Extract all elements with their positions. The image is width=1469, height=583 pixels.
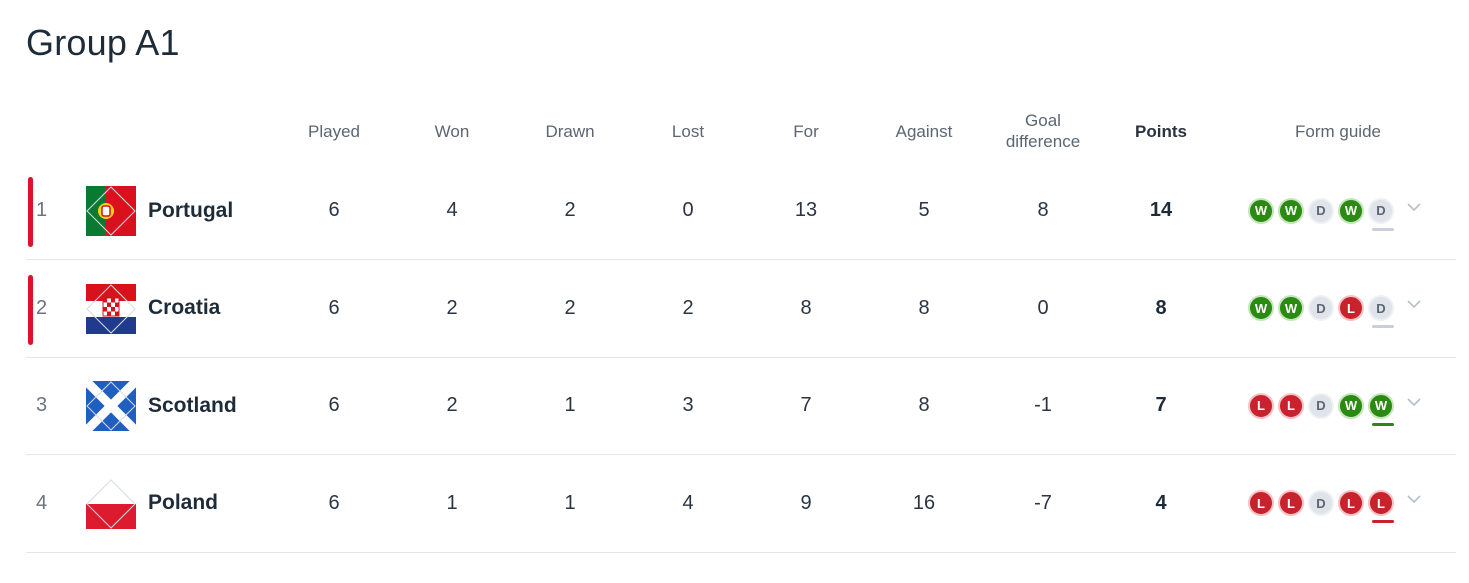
goal-difference-value: -1 xyxy=(1034,394,1052,416)
form-guide: LLDLL xyxy=(1248,455,1422,552)
drawn-value: 2 xyxy=(564,296,576,319)
team-name[interactable]: Scotland xyxy=(148,357,237,454)
for-value: 8 xyxy=(800,296,812,319)
drawn-value: 1 xyxy=(564,491,576,514)
lost-value: 4 xyxy=(682,491,694,514)
form-badge-win[interactable]: W xyxy=(1278,295,1304,321)
form-badge-win[interactable]: W xyxy=(1278,197,1304,224)
team-name[interactable]: Portugal xyxy=(148,162,233,259)
form-badge-draw[interactable]: D xyxy=(1368,295,1394,328)
for-value: 13 xyxy=(794,199,818,221)
chevron-down-icon[interactable] xyxy=(1406,491,1422,507)
col-form-guide-header: Form guide xyxy=(1295,121,1381,141)
form-badge-loss[interactable]: L xyxy=(1368,490,1394,523)
croatia-flag-icon xyxy=(86,283,136,334)
against-value: 8 xyxy=(918,296,930,319)
played-value: 6 xyxy=(328,491,340,514)
lost-value: 3 xyxy=(682,394,694,416)
portugal-flag-icon xyxy=(86,186,136,236)
drawn-value: 2 xyxy=(564,199,576,221)
against-value: 8 xyxy=(918,394,930,416)
team-name[interactable]: Croatia xyxy=(148,260,220,357)
table-row[interactable]: 2 Croatia 6 2 2 2 8 8 0 8 W W D L D xyxy=(26,260,1456,358)
table-row[interactable]: 1 Portugal 6 4 2 0 13 5 8 14 W W D W D xyxy=(26,162,1456,260)
form-badge-loss[interactable]: L xyxy=(1278,392,1304,419)
page-title: Group A1 xyxy=(26,22,180,63)
form-badge-loss[interactable]: L xyxy=(1248,392,1274,419)
form-badge-draw[interactable]: D xyxy=(1308,295,1334,321)
qualification-marker xyxy=(28,177,33,247)
form-badge-draw[interactable]: D xyxy=(1308,392,1334,419)
position: 4 xyxy=(36,491,48,514)
scotland-flag-icon xyxy=(86,381,136,431)
played-value: 6 xyxy=(328,199,340,221)
form-guide: WWDLD xyxy=(1248,260,1422,357)
form-badge-loss[interactable]: L xyxy=(1338,490,1364,516)
col-goal-difference-header-line1: Goal xyxy=(1025,111,1061,130)
position: 1 xyxy=(36,199,48,221)
points-value: 14 xyxy=(1149,199,1173,221)
poland-flag-icon xyxy=(86,478,136,529)
form-guide: WWDWD xyxy=(1248,162,1422,259)
col-for-header: For xyxy=(793,121,819,141)
form-badge-loss[interactable]: L xyxy=(1338,295,1364,321)
points-value: 8 xyxy=(1155,296,1167,319)
won-value: 1 xyxy=(446,491,458,514)
form-badge-win[interactable]: W xyxy=(1248,197,1274,224)
points-value: 4 xyxy=(1155,491,1167,514)
chevron-down-icon[interactable] xyxy=(1406,296,1422,312)
table-row[interactable]: 4 Poland 6 1 1 4 9 16 -7 4 L L D L L xyxy=(26,455,1456,553)
col-lost-header: Lost xyxy=(671,121,705,141)
form-badge-draw[interactable]: D xyxy=(1308,490,1334,516)
col-played-header: Played xyxy=(308,121,360,141)
qualification-marker xyxy=(28,274,33,345)
col-goal-difference-header: Goal difference xyxy=(993,100,1093,162)
won-value: 2 xyxy=(446,394,458,416)
table-header: Played Won Drawn Lost For Against Goal d… xyxy=(26,100,1456,162)
form-badge-win[interactable]: W xyxy=(1248,295,1274,321)
table-row[interactable]: 3 Scotland 6 2 1 3 7 8 -1 7 L L D W W xyxy=(26,357,1456,455)
played-value: 6 xyxy=(328,394,340,416)
team-name[interactable]: Poland xyxy=(148,455,218,552)
position: 3 xyxy=(36,394,48,416)
col-won-header: Won xyxy=(434,121,470,141)
goal-difference-value: -7 xyxy=(1034,491,1052,514)
form-badge-loss[interactable]: L xyxy=(1278,490,1304,516)
col-goal-difference-header-line2: difference xyxy=(1005,132,1081,151)
col-against-header: Against xyxy=(895,121,953,141)
goal-difference-value: 0 xyxy=(1037,296,1049,319)
position: 2 xyxy=(36,296,48,319)
form-badge-win[interactable]: W xyxy=(1338,197,1364,224)
lost-value: 2 xyxy=(682,296,694,319)
goal-difference-value: 8 xyxy=(1037,199,1049,221)
points-value: 7 xyxy=(1155,394,1167,416)
for-value: 9 xyxy=(800,491,812,514)
chevron-down-icon[interactable] xyxy=(1406,394,1422,410)
form-badge-win[interactable]: W xyxy=(1338,392,1364,419)
lost-value: 0 xyxy=(682,199,694,221)
form-badge-draw[interactable]: D xyxy=(1308,197,1334,224)
form-guide: LLDWW xyxy=(1248,357,1422,454)
form-badge-loss[interactable]: L xyxy=(1248,490,1274,516)
against-value: 5 xyxy=(918,199,930,221)
drawn-value: 1 xyxy=(564,394,576,416)
won-value: 2 xyxy=(446,296,458,319)
for-value: 7 xyxy=(800,394,812,416)
played-value: 6 xyxy=(328,296,340,319)
form-badge-draw[interactable]: D xyxy=(1368,197,1394,231)
against-value: 16 xyxy=(912,491,936,514)
col-drawn-header: Drawn xyxy=(545,121,595,141)
won-value: 4 xyxy=(446,199,458,221)
form-badge-win[interactable]: W xyxy=(1368,392,1394,426)
col-points-header: Points xyxy=(1135,121,1187,141)
chevron-down-icon[interactable] xyxy=(1406,199,1422,215)
